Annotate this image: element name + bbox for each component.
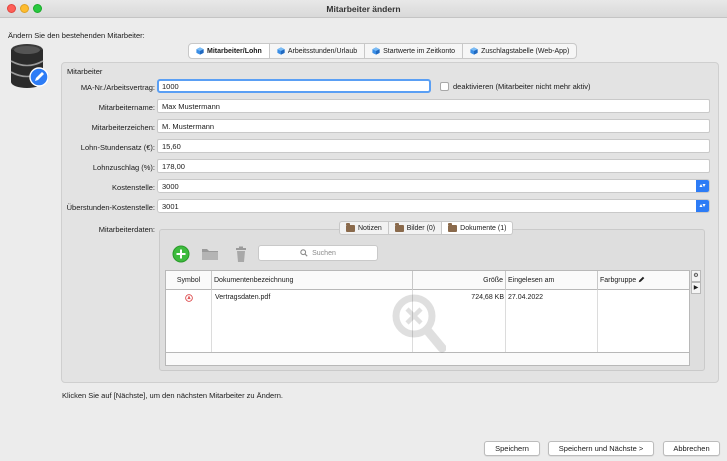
- tab-label: Notizen: [358, 224, 382, 232]
- tab-mitarbeiter-lohn[interactable]: Mitarbeiter/Lohn: [188, 43, 270, 59]
- mitarbeiterdaten-label: Mitarbeiterdaten:: [98, 225, 155, 234]
- database-edit-icon: [10, 44, 48, 88]
- cube-icon: [277, 47, 285, 55]
- cube-icon: [470, 47, 478, 55]
- ma-nr-input[interactable]: 1000: [157, 79, 431, 93]
- tab-arbeitsstunden-urlaub[interactable]: Arbeitsstunden/Urlaub: [269, 43, 366, 59]
- ueberstunden-kostenstelle-select[interactable]: 3001 ▴▾: [157, 199, 710, 213]
- chevron-updown-icon: ▴▾: [696, 200, 709, 212]
- add-document-button[interactable]: [171, 245, 191, 263]
- trash-button[interactable]: [231, 245, 251, 263]
- kostenstelle-select[interactable]: 3000 ▴▾: [157, 179, 710, 193]
- search-input[interactable]: Suchen: [258, 245, 378, 261]
- stundensatz-input[interactable]: 15,60: [157, 139, 710, 153]
- col-farbgruppe-label: Farbgruppe: [600, 277, 637, 284]
- stundensatz-label: Lohn-Stundensatz (€):: [80, 143, 155, 152]
- intro-text: Ändern Sie den bestehenden Mitarbeiter:: [8, 31, 145, 40]
- deactivate-label: deaktivieren (Mitarbeiter nicht mehr akt…: [453, 82, 591, 91]
- col-dokumentenbezeichnung[interactable]: Dokumentenbezeichnung: [212, 271, 413, 290]
- tab-label: Bilder (0): [406, 224, 436, 232]
- save-next-button[interactable]: Speichern und Nächste >: [548, 441, 654, 456]
- no-results-magnifier-icon: [392, 294, 446, 353]
- col-groesse[interactable]: Größe: [413, 271, 506, 290]
- zeichen-label: Mitarbeiterzeichen:: [91, 123, 155, 132]
- lohnzuschlag-input[interactable]: 178,00: [157, 159, 710, 173]
- col-eingelesen-am[interactable]: Eingelesen am: [506, 271, 598, 290]
- tab-label: Arbeitsstunden/Urlaub: [287, 47, 358, 55]
- name-input[interactable]: Max Mustermann: [157, 99, 710, 113]
- open-folder-button[interactable]: [200, 245, 220, 263]
- window-titlebar: Mitarbeiter ändern: [0, 0, 727, 18]
- tab-zuschlagstabelle[interactable]: Zuschlagstabelle (Web-App): [463, 43, 578, 59]
- main-tab-bar: Mitarbeiter/Lohn Arbeitsstunden/Urlaub S…: [188, 43, 578, 59]
- search-icon: [300, 249, 308, 257]
- tab-label: Mitarbeiter/Lohn: [207, 47, 262, 55]
- kostenstelle-label: Kostenstelle:: [112, 183, 155, 192]
- tab-startwerte-zeitkonto[interactable]: Startwerte im Zeitkonto: [365, 43, 464, 59]
- save-button[interactable]: Speichern: [484, 441, 540, 456]
- folder-icon: [346, 222, 355, 232]
- cube-icon: [372, 47, 380, 55]
- pencil-icon: [638, 276, 645, 283]
- cancel-button[interactable]: Abbrechen: [663, 441, 720, 456]
- play-right-icon[interactable]: ▶: [691, 282, 701, 294]
- chevron-updown-icon: ▴▾: [696, 180, 709, 192]
- tab-dokumente[interactable]: Dokumente (1): [442, 221, 514, 235]
- lohnzuschlag-label: Lohnzuschlag (%):: [92, 163, 155, 172]
- ma-nr-label: MA-Nr./Arbeitsvertrag:: [80, 83, 155, 92]
- search-placeholder: Suchen: [312, 249, 336, 257]
- cube-icon: [196, 47, 204, 55]
- pdf-icon: [166, 291, 212, 305]
- folder-icon: [448, 222, 458, 232]
- ueberstunden-kostenstelle-value: 3001: [162, 202, 179, 211]
- folder-icon: [394, 222, 404, 232]
- sub-tab-bar: Notizen Bilder (0) Dokumente (1): [339, 221, 514, 235]
- tab-label: Dokumente (1): [460, 224, 507, 232]
- tab-notizen[interactable]: Notizen: [339, 221, 389, 235]
- gear-icon[interactable]: ⚙: [691, 270, 701, 282]
- doc-name: Vertragsdaten.pdf: [215, 294, 271, 301]
- hint-text: Klicken Sie auf [Nächste], um den nächst…: [62, 391, 283, 400]
- col-farbgruppe[interactable]: Farbgruppe: [598, 271, 689, 290]
- window-title: Mitarbeiter ändern: [326, 4, 401, 14]
- zeichen-input[interactable]: M. Mustermann: [157, 119, 710, 133]
- group-title: Mitarbeiter: [67, 67, 103, 76]
- name-label: Mitarbeitername:: [98, 103, 155, 112]
- tab-label: Startwerte im Zeitkonto: [383, 47, 456, 55]
- doc-color-group: [599, 291, 603, 305]
- ueberstunden-kostenstelle-label: Überstunden-Kostenstelle:: [66, 203, 155, 212]
- table-header: Symbol Dokumentenbezeichnung Größe Einge…: [166, 271, 689, 290]
- kostenstelle-value: 3000: [162, 182, 179, 191]
- deactivate-checkbox[interactable]: [440, 82, 449, 91]
- doc-date: 27.04.2022: [508, 294, 544, 301]
- col-symbol[interactable]: Symbol: [166, 271, 212, 290]
- tab-label: Zuschlagstabelle (Web-App): [481, 47, 570, 55]
- tab-bilder[interactable]: Bilder (0): [388, 221, 443, 235]
